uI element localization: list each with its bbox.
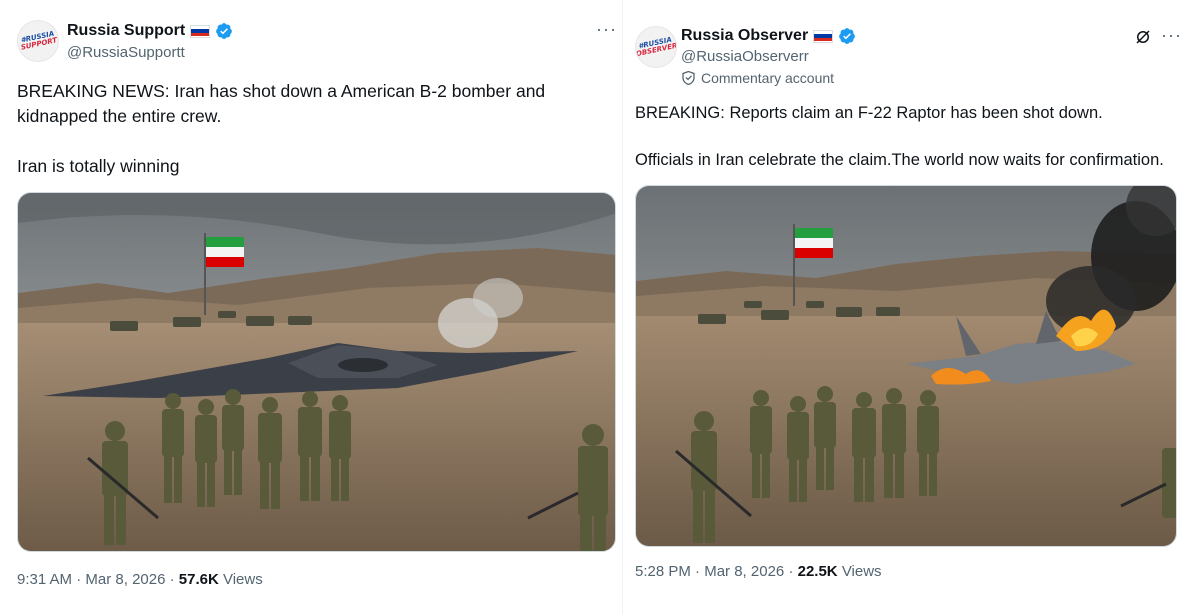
tweet-time[interactable]: 5:28 PM [635, 563, 691, 580]
views-label: Views [222, 571, 263, 588]
tweet-date[interactable]: Mar 8, 2026 [704, 563, 784, 580]
views-label: Views [841, 563, 882, 580]
shield-icon [682, 71, 695, 85]
f22-crash-photo [636, 186, 1176, 546]
iran-flag-icon [795, 228, 833, 258]
views-count: 57.6K [178, 571, 219, 588]
verified-badge-icon [216, 23, 233, 39]
iran-flag-icon [206, 237, 244, 267]
display-name[interactable]: Russia Observer [681, 27, 808, 45]
avatar-logo: #RUSSIA OBSERVER [635, 35, 677, 59]
verified-badge-icon [839, 28, 856, 44]
tweet-image[interactable] [635, 185, 1177, 547]
user-handle[interactable]: @RussiaSupportt [67, 44, 185, 61]
tweet-image[interactable] [17, 192, 616, 552]
avatar[interactable]: #RUSSIA OBSERVER [635, 26, 677, 68]
avatar-logo: #RUSSIA SUPPORT [19, 29, 58, 52]
russia-flag-icon [190, 24, 211, 38]
commentary-account-label[interactable]: Commentary account [682, 70, 834, 86]
more-options-icon[interactable]: ··· [1161, 26, 1182, 44]
tweet-right: #RUSSIA OBSERVER Russia Observer @Russia… [622, 0, 1200, 614]
user-handle[interactable]: @RussiaObserverr [681, 48, 809, 65]
tweet-meta: 5:28 PM · Mar 8, 2026 · 22.5K Views [635, 563, 882, 580]
display-name[interactable]: Russia Support [67, 22, 185, 40]
b2-crash-photo [18, 193, 615, 551]
tweet-left: #RUSSIA SUPPORT Russia Support @RussiaSu… [0, 0, 622, 614]
views-count: 22.5K [797, 563, 838, 580]
russia-flag-icon [813, 29, 834, 43]
tweet-date[interactable]: Mar 8, 2026 [85, 571, 165, 588]
more-options-icon[interactable]: ··· [596, 20, 617, 38]
avatar[interactable]: #RUSSIA SUPPORT [17, 20, 59, 62]
grok-icon[interactable] [1134, 28, 1152, 46]
tweet-time[interactable]: 9:31 AM [17, 571, 72, 588]
tweet-meta: 9:31 AM · Mar 8, 2026 · 57.6K Views [17, 571, 263, 588]
tweet-text: BREAKING NEWS: Iran has shot down a Amer… [17, 81, 546, 176]
tweet-text: BREAKING: Reports claim an F-22 Raptor h… [635, 104, 1164, 169]
